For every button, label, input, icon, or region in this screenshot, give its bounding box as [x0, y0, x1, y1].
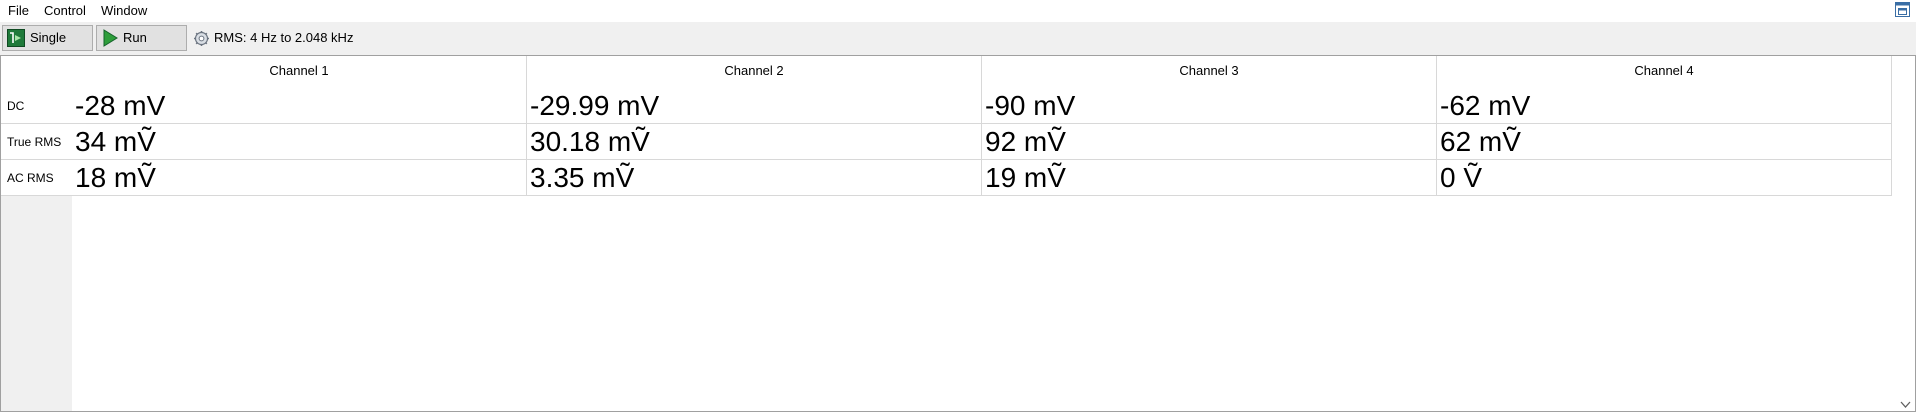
- row-header-dc[interactable]: DC: [1, 88, 72, 124]
- cell-ac-rms-channel-4[interactable]: 0 Ṽ: [1437, 160, 1892, 196]
- row-header-true-rms[interactable]: True RMS: [1, 124, 72, 160]
- menu-file[interactable]: File: [8, 3, 29, 19]
- gear-icon[interactable]: [193, 30, 210, 47]
- measurement-table: Channel 1 Channel 2 Channel 3 Channel 4 …: [0, 55, 1916, 412]
- toolbar: Single Run RMS: 4 Hz to 2.048 kHz: [0, 22, 1916, 55]
- cell-dc-channel-1[interactable]: -28 mV: [72, 88, 527, 124]
- chevron-down-icon[interactable]: [1900, 400, 1911, 409]
- single-button-label: Single: [30, 30, 67, 45]
- play-icon: [103, 29, 118, 47]
- restore-window-icon[interactable]: [1894, 1, 1911, 18]
- rms-range-label: RMS: 4 Hz to 2.048 kHz: [214, 30, 354, 45]
- table-corner: [1, 56, 72, 88]
- cell-dc-channel-3[interactable]: -90 mV: [982, 88, 1437, 124]
- column-header-channel-2[interactable]: Channel 2: [527, 56, 982, 88]
- cell-ac-rms-channel-1[interactable]: 18 mṼ: [72, 160, 527, 196]
- run-button[interactable]: Run: [96, 25, 187, 51]
- menu-window[interactable]: Window: [101, 3, 147, 19]
- cell-true-rms-channel-2[interactable]: 30.18 mṼ: [527, 124, 982, 160]
- table-empty-area: [72, 196, 1892, 411]
- cell-dc-channel-4[interactable]: -62 mV: [1437, 88, 1892, 124]
- cell-ac-rms-channel-3[interactable]: 19 mṼ: [982, 160, 1437, 196]
- single-capture-icon: [7, 29, 25, 47]
- vertical-scrollbar[interactable]: [1895, 56, 1915, 411]
- measurement-window: File Control Window Single Run RMS: 4 Hz…: [0, 0, 1916, 412]
- cell-true-rms-channel-4[interactable]: 62 mṼ: [1437, 124, 1892, 160]
- column-header-channel-4[interactable]: Channel 4: [1437, 56, 1892, 88]
- row-header-ac-rms[interactable]: AC RMS: [1, 160, 72, 196]
- column-header-channel-1[interactable]: Channel 1: [72, 56, 527, 88]
- menu-control[interactable]: Control: [44, 3, 86, 19]
- cell-ac-rms-channel-2[interactable]: 3.35 mṼ: [527, 160, 982, 196]
- cell-dc-channel-2[interactable]: -29.99 mV: [527, 88, 982, 124]
- menu-bar: File Control Window: [0, 0, 1916, 22]
- run-button-label: Run: [123, 30, 147, 45]
- column-header-channel-3[interactable]: Channel 3: [982, 56, 1437, 88]
- cell-true-rms-channel-3[interactable]: 92 mṼ: [982, 124, 1437, 160]
- cell-true-rms-channel-1[interactable]: 34 mṼ: [72, 124, 527, 160]
- single-button[interactable]: Single: [2, 25, 93, 51]
